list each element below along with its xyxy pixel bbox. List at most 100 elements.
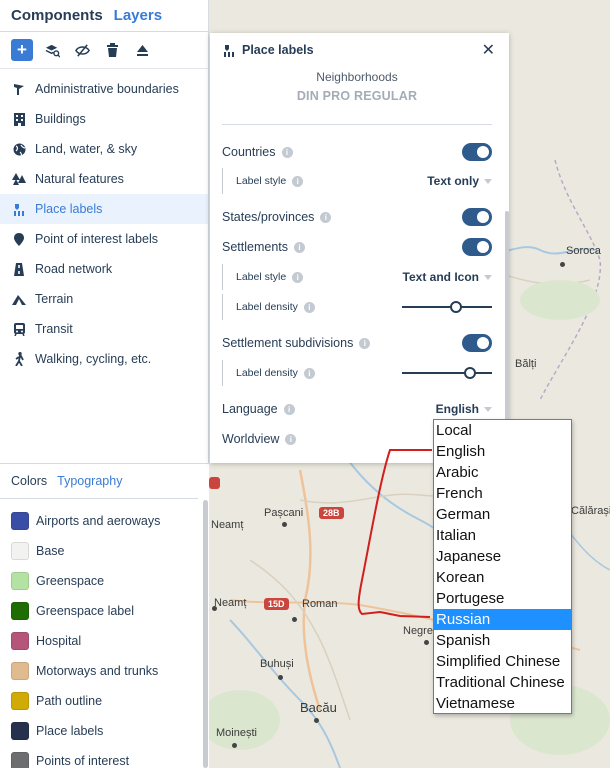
color-item[interactable]: Hospital bbox=[0, 626, 209, 656]
layer-search-button[interactable] bbox=[41, 39, 63, 61]
colors-list: Airports and aeroways Base Greenspace Green… bbox=[0, 499, 209, 768]
language-option[interactable]: Local bbox=[434, 420, 571, 441]
info-icon[interactable]: i bbox=[283, 403, 295, 415]
tab-typography[interactable]: Typography bbox=[57, 474, 122, 488]
language-option[interactable]: Arabic bbox=[434, 462, 571, 483]
language-option[interactable]: Korean bbox=[434, 567, 571, 588]
subdivisions-row: Settlement subdivisions i bbox=[222, 333, 492, 353]
color-item[interactable]: Motorways and trunks bbox=[0, 656, 209, 686]
info-icon[interactable]: i bbox=[303, 367, 315, 379]
info-icon[interactable]: i bbox=[281, 146, 293, 158]
map-place-label: Neamț bbox=[214, 597, 247, 609]
color-swatch[interactable] bbox=[11, 512, 29, 530]
language-option[interactable]: Portugese bbox=[434, 588, 571, 609]
sidebar-toolbar: + bbox=[0, 32, 208, 69]
map-place-label: Pașcani bbox=[264, 507, 304, 519]
color-swatch[interactable] bbox=[11, 632, 29, 650]
color-item[interactable]: Place labels bbox=[0, 716, 209, 746]
language-option[interactable]: English bbox=[434, 441, 571, 462]
info-icon[interactable]: i bbox=[320, 211, 332, 223]
color-swatch[interactable] bbox=[11, 572, 29, 590]
component-item-road-network[interactable]: Road network bbox=[0, 254, 208, 284]
style-panel: Colors Typography Airports and aeroways B… bbox=[0, 463, 209, 768]
info-icon[interactable]: i bbox=[292, 271, 304, 283]
font-preview[interactable]: Neighborhoods DIN PRO REGULAR bbox=[222, 67, 492, 125]
component-item-walking-cycling[interactable]: Walking, cycling, etc. bbox=[0, 344, 208, 374]
map-place-label: Moinești bbox=[216, 727, 257, 739]
info-icon[interactable]: i bbox=[359, 337, 371, 349]
color-item[interactable]: Base bbox=[0, 536, 209, 566]
component-item-transit[interactable]: Transit bbox=[0, 314, 208, 344]
language-option[interactable]: Spanish bbox=[434, 630, 571, 651]
info-icon[interactable]: i bbox=[303, 301, 315, 313]
mountain-icon bbox=[12, 292, 26, 306]
select-value: Text only bbox=[427, 174, 479, 188]
color-swatch[interactable] bbox=[11, 542, 29, 560]
color-label: Motorways and trunks bbox=[36, 664, 159, 678]
component-item-natural-features[interactable]: Natural features bbox=[0, 164, 208, 194]
color-swatch[interactable] bbox=[11, 662, 29, 680]
close-icon[interactable]: ✕ bbox=[482, 40, 495, 60]
component-label: Transit bbox=[35, 322, 73, 336]
settlements-toggle[interactable] bbox=[462, 238, 492, 256]
component-item-land-water-sky[interactable]: Land, water, & sky bbox=[0, 134, 208, 164]
caret-down-icon bbox=[484, 179, 492, 185]
color-label: Hospital bbox=[36, 634, 82, 648]
language-option[interactable]: German bbox=[434, 504, 571, 525]
tab-colors[interactable]: Colors bbox=[11, 474, 47, 488]
slider-thumb[interactable] bbox=[463, 367, 476, 379]
train-icon bbox=[12, 322, 26, 336]
language-row: Language i English bbox=[222, 399, 492, 419]
color-item[interactable]: Greenspace bbox=[0, 566, 209, 596]
color-label: Place labels bbox=[36, 724, 104, 738]
worldview-label: Worldview bbox=[222, 432, 280, 446]
font-name: DIN PRO REGULAR bbox=[296, 89, 418, 103]
settlements-label-style-select[interactable]: Text and Icon bbox=[403, 270, 492, 284]
tab-layers[interactable]: Layers bbox=[114, 7, 162, 31]
component-item-terrain[interactable]: Terrain bbox=[0, 284, 208, 314]
settlements-density-slider[interactable] bbox=[402, 300, 492, 314]
components-list: Administrative boundaries Buildings Land… bbox=[0, 69, 208, 374]
subdivisions-toggle[interactable] bbox=[462, 334, 492, 352]
tab-components[interactable]: Components bbox=[11, 7, 103, 31]
info-icon[interactable]: i bbox=[292, 175, 304, 187]
countries-toggle[interactable] bbox=[462, 143, 492, 161]
language-option[interactable]: Vietnamese bbox=[434, 693, 571, 714]
sidebar-scrollbar[interactable] bbox=[203, 500, 208, 768]
color-swatch[interactable] bbox=[11, 722, 29, 740]
label-density-label: Label density bbox=[236, 367, 298, 379]
component-item-buildings[interactable]: Buildings bbox=[0, 104, 208, 134]
map-place-label: Bălți bbox=[515, 358, 537, 370]
color-item[interactable]: Path outline bbox=[0, 686, 209, 716]
info-icon[interactable]: i bbox=[294, 241, 306, 253]
countries-label-style-select[interactable]: Text only bbox=[427, 174, 492, 188]
language-option[interactable]: Russian bbox=[434, 609, 571, 630]
language-option[interactable]: French bbox=[434, 483, 571, 504]
color-item[interactable]: Airports and aeroways bbox=[0, 506, 209, 536]
color-swatch[interactable] bbox=[11, 752, 29, 768]
settlement-dot bbox=[282, 522, 287, 527]
subdivisions-density-slider[interactable] bbox=[402, 366, 492, 380]
eject-button[interactable] bbox=[131, 39, 153, 61]
component-item-administrative-boundaries[interactable]: Administrative boundaries bbox=[0, 74, 208, 104]
states-toggle[interactable] bbox=[462, 208, 492, 226]
language-option[interactable]: Simplified Chinese bbox=[434, 651, 571, 672]
language-option[interactable]: Italian bbox=[434, 525, 571, 546]
place-labels-panel: Place labels ✕ Neighborhoods DIN PRO REG… bbox=[210, 33, 509, 463]
delete-button[interactable] bbox=[101, 39, 123, 61]
add-component-button[interactable]: + bbox=[11, 39, 33, 61]
hide-button[interactable] bbox=[71, 39, 93, 61]
slider-thumb[interactable] bbox=[450, 301, 462, 313]
component-item-poi-labels[interactable]: Point of interest labels bbox=[0, 224, 208, 254]
color-item[interactable]: Points of interest bbox=[0, 746, 209, 768]
language-option[interactable]: Japanese bbox=[434, 546, 571, 567]
component-item-place-labels[interactable]: Place labels bbox=[0, 194, 208, 224]
color-item[interactable]: Greenspace label bbox=[0, 596, 209, 626]
color-label: Points of interest bbox=[36, 754, 130, 768]
language-option[interactable]: Traditional Chinese bbox=[434, 672, 571, 693]
language-select[interactable]: English bbox=[436, 402, 492, 416]
color-swatch[interactable] bbox=[11, 692, 29, 710]
color-swatch[interactable] bbox=[11, 602, 29, 620]
info-icon[interactable]: i bbox=[285, 433, 297, 445]
building-icon bbox=[12, 112, 26, 126]
